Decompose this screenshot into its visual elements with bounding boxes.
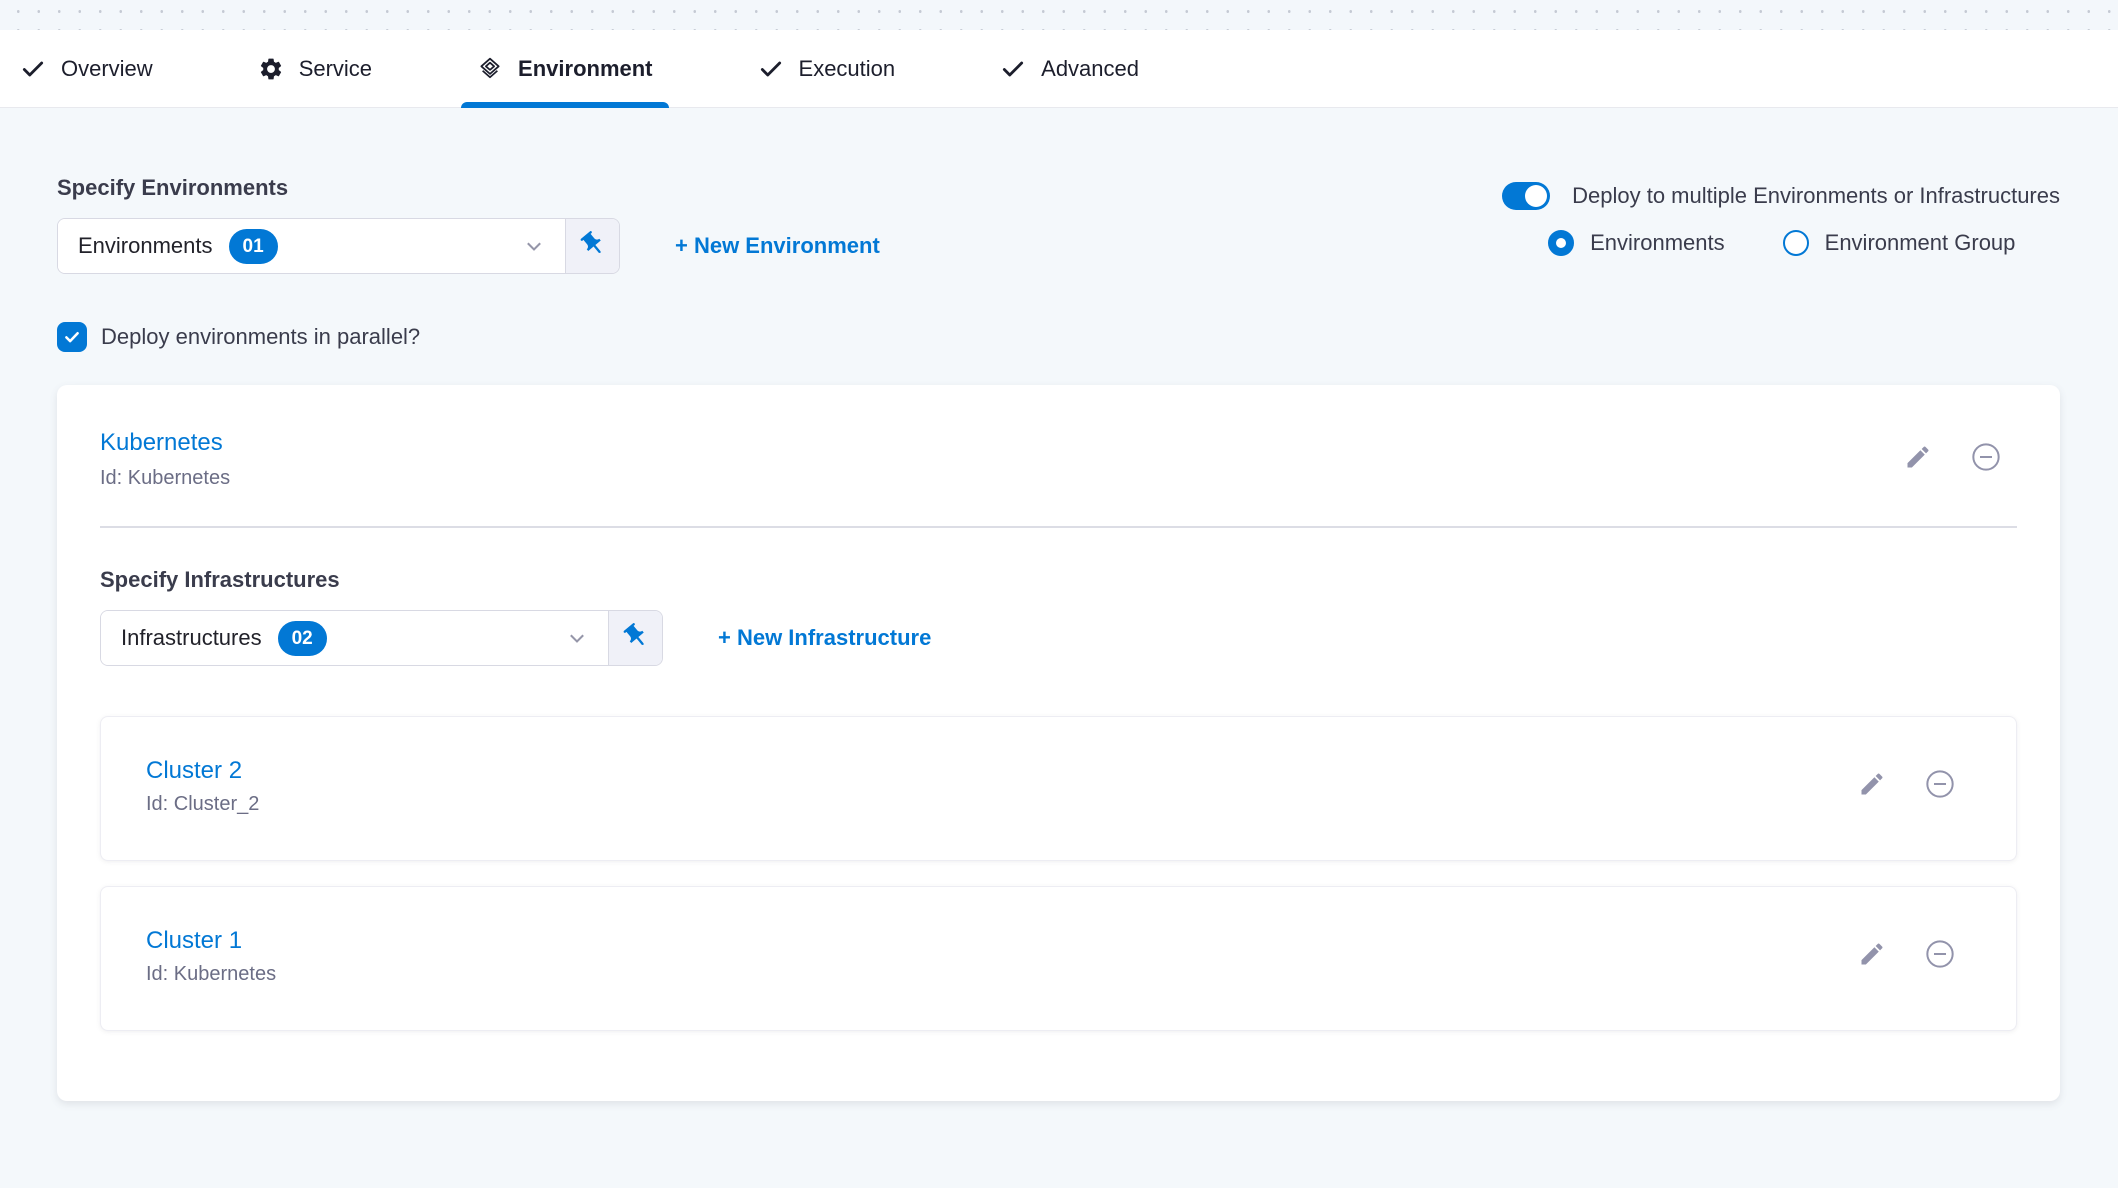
infrastructure-card: Cluster 1 Id: Kubernetes (100, 886, 2017, 1031)
tab-label: Execution (799, 56, 896, 82)
environment-type-radio-row: Environments Environment Group (1548, 230, 2060, 256)
infrastructure-list: Cluster 2 Id: Cluster_2 (100, 716, 2017, 1031)
radio-environments-label: Environments (1590, 230, 1725, 256)
tab-label: Environment (518, 56, 652, 82)
radio-environment-group-label: Environment Group (1825, 230, 2016, 256)
gear-icon (258, 56, 284, 82)
new-environment-link[interactable]: + New Environment (675, 233, 880, 259)
tab-label: Advanced (1041, 56, 1139, 82)
parallel-checkbox-row: Deploy environments in parallel? (57, 322, 880, 352)
check-icon (1000, 56, 1026, 82)
stage-tab-bar: Overview Service Environment Execution (0, 30, 2118, 108)
environment-tab-content: Specify Environments Environments 01 (0, 108, 2118, 1188)
check-icon (758, 56, 784, 82)
pipeline-canvas-strip (0, 0, 2118, 30)
multi-deploy-toggle-row: Deploy to multiple Environments or Infra… (1502, 182, 2060, 210)
deploy-parallel-checkbox[interactable] (57, 322, 87, 352)
chevron-down-icon (523, 235, 545, 257)
environment-card: Kubernetes Id: Kubernetes (57, 385, 2060, 1101)
environment-id-text: Id: Kubernetes (100, 467, 230, 490)
tab-overview[interactable]: Overview (20, 30, 153, 107)
minus-circle-icon (1924, 768, 1956, 805)
tab-label: Overview (61, 56, 153, 82)
infrastructures-picker-row: Infrastructures 02 + New Infrastructure (100, 610, 2017, 666)
infrastructures-dropdown-group: Infrastructures 02 (100, 610, 663, 666)
pin-environments-button[interactable] (566, 219, 619, 273)
environments-left-column: Specify Environments Environments 01 (57, 174, 880, 352)
pencil-icon (1858, 770, 1886, 803)
tab-advanced[interactable]: Advanced (1000, 30, 1139, 107)
infrastructures-dropdown-label: Infrastructures (121, 625, 262, 651)
infrastructure-entity-info: Cluster 2 Id: Cluster_2 (146, 757, 259, 816)
pencil-icon (1858, 940, 1886, 973)
environment-actions (1904, 441, 2002, 478)
multi-deploy-toggle-label: Deploy to multiple Environments or Infra… (1572, 183, 2060, 209)
environments-count-badge: 01 (229, 229, 278, 264)
remove-environment-button[interactable] (1970, 441, 2002, 478)
infrastructure-actions (1858, 768, 1956, 805)
multi-deploy-toggle[interactable] (1502, 182, 1550, 210)
pin-icon (622, 622, 650, 655)
infrastructure-title-link[interactable]: Cluster 1 (146, 927, 276, 955)
edit-infrastructure-button[interactable] (1858, 940, 1886, 973)
minus-circle-icon (1924, 938, 1956, 975)
radio-unselected-icon (1783, 230, 1809, 256)
infrastructure-card: Cluster 2 Id: Cluster_2 (100, 716, 2017, 861)
environment-icon (477, 56, 503, 82)
card-divider (100, 526, 2017, 528)
radio-selected-icon (1548, 230, 1574, 256)
radio-environment-group[interactable]: Environment Group (1783, 230, 2016, 256)
edit-infrastructure-button[interactable] (1858, 770, 1886, 803)
remove-infrastructure-button[interactable] (1924, 938, 1956, 975)
infrastructure-title-link[interactable]: Cluster 2 (146, 757, 259, 785)
tab-execution[interactable]: Execution (758, 30, 896, 107)
check-icon (20, 56, 46, 82)
environments-dropdown-group: Environments 01 (57, 218, 620, 274)
infrastructure-id-text: Id: Kubernetes (146, 963, 276, 986)
multi-deploy-column: Deploy to multiple Environments or Infra… (1502, 182, 2060, 256)
infrastructures-dropdown[interactable]: Infrastructures 02 (101, 611, 609, 665)
specify-infrastructures-heading: Specify Infrastructures (100, 566, 2017, 594)
infrastructure-actions (1858, 938, 1956, 975)
tab-label: Service (299, 56, 372, 82)
radio-environments[interactable]: Environments (1548, 230, 1725, 256)
pin-icon (579, 230, 607, 263)
infrastructure-id-text: Id: Cluster_2 (146, 793, 259, 816)
tab-environment[interactable]: Environment (477, 30, 652, 107)
specify-environments-heading: Specify Environments (57, 174, 880, 202)
remove-infrastructure-button[interactable] (1924, 768, 1956, 805)
toggle-knob (1525, 185, 1547, 207)
pin-infrastructures-button[interactable] (609, 611, 662, 665)
new-infrastructure-link[interactable]: + New Infrastructure (718, 625, 931, 651)
infrastructure-entity-info: Cluster 1 Id: Kubernetes (146, 927, 276, 986)
minus-circle-icon (1970, 441, 2002, 478)
deploy-parallel-label[interactable]: Deploy environments in parallel? (101, 324, 420, 350)
environment-tab-page: Overview Service Environment Execution (0, 0, 2118, 1188)
edit-environment-button[interactable] (1904, 443, 1932, 476)
tab-service[interactable]: Service (258, 30, 372, 107)
chevron-down-icon (566, 627, 588, 649)
environment-entity-row: Kubernetes Id: Kubernetes (100, 429, 2017, 490)
environments-dropdown-label: Environments (78, 233, 213, 259)
environment-entity-info: Kubernetes Id: Kubernetes (100, 429, 230, 490)
environments-dropdown[interactable]: Environments 01 (58, 219, 566, 273)
environment-title-link[interactable]: Kubernetes (100, 429, 230, 457)
environments-picker-row: Environments 01 + New Environmen (57, 218, 880, 274)
pencil-icon (1904, 443, 1932, 476)
infrastructures-count-badge: 02 (278, 621, 327, 656)
